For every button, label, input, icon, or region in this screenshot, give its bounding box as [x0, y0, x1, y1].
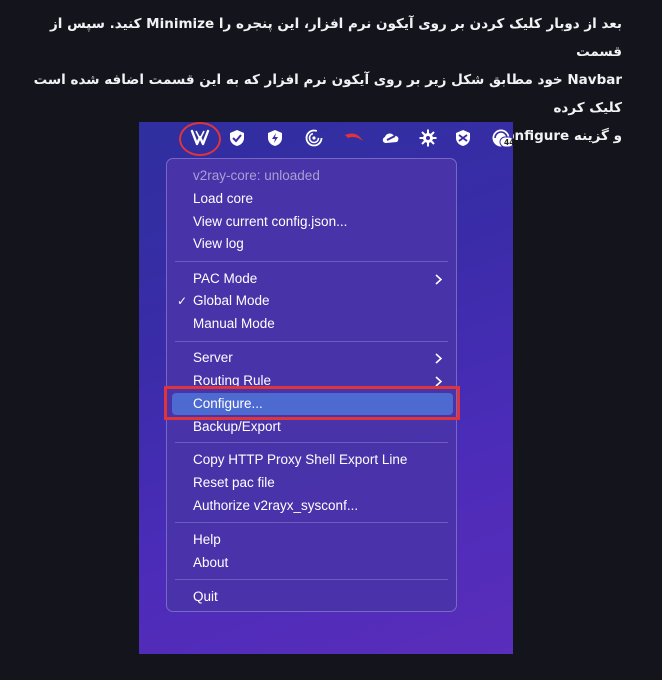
menu-item-authorize[interactable]: Authorize v2rayx_sysconf... [193, 496, 358, 516]
v2rayx-dropdown-menu: v2ray-core: unloaded Load core View curr… [166, 158, 457, 612]
menu-item-view-config[interactable]: View current config.json... [193, 212, 347, 232]
menu-bar: 44 [139, 122, 513, 156]
meter-badge-text: 44 [504, 138, 513, 147]
menu-item-global-mode[interactable]: Global Mode [193, 291, 270, 311]
red-swoosh-icon[interactable] [344, 128, 364, 148]
shield-bolt-icon[interactable] [265, 128, 285, 148]
gear-badge-icon[interactable] [418, 128, 438, 148]
menu-item-load-core[interactable]: Load core [193, 189, 253, 209]
menu-separator [175, 579, 448, 580]
menu-separator [175, 341, 448, 342]
cloud-arrow-icon[interactable] [381, 128, 401, 148]
chevron-right-icon [434, 348, 442, 368]
configure-highlight-box [164, 386, 460, 420]
meter-badge-icon[interactable]: 44 [491, 128, 513, 148]
chevron-right-icon [434, 269, 442, 289]
menu-item-help[interactable]: Help [193, 530, 221, 550]
v2rayx-icon-highlight [179, 122, 221, 156]
menu-separator [175, 522, 448, 523]
instruction-line-1: بعد از دوبار کلیک کردن بر روی آیکون نرم … [49, 16, 622, 60]
status-label: v2ray-core: unloaded [193, 168, 320, 183]
shield-tools-icon[interactable] [453, 128, 473, 148]
menu-item-copy-proxy[interactable]: Copy HTTP Proxy Shell Export Line [193, 450, 407, 470]
checkmark-icon: ✓ [177, 294, 188, 308]
spiral-icon[interactable] [304, 128, 324, 148]
menu-item-server[interactable]: Server [193, 348, 233, 368]
menu-item-reset-pac[interactable]: Reset pac file [193, 473, 275, 493]
shield-check-icon[interactable] [227, 128, 247, 148]
menu-item-backup-export[interactable]: Backup/Export [193, 417, 281, 437]
menu-separator [175, 442, 448, 443]
menu-item-manual-mode[interactable]: Manual Mode [193, 314, 275, 334]
instruction-line-2: Navbar خود مطابق شکل زیر بر روی آیکون نر… [33, 72, 622, 116]
menu-item-pac-mode[interactable]: PAC Mode [193, 269, 257, 289]
menu-item-about[interactable]: About [193, 553, 228, 573]
menu-item-quit[interactable]: Quit [193, 587, 218, 607]
menu-item-view-log[interactable]: View log [193, 234, 244, 254]
menu-separator [175, 261, 448, 262]
